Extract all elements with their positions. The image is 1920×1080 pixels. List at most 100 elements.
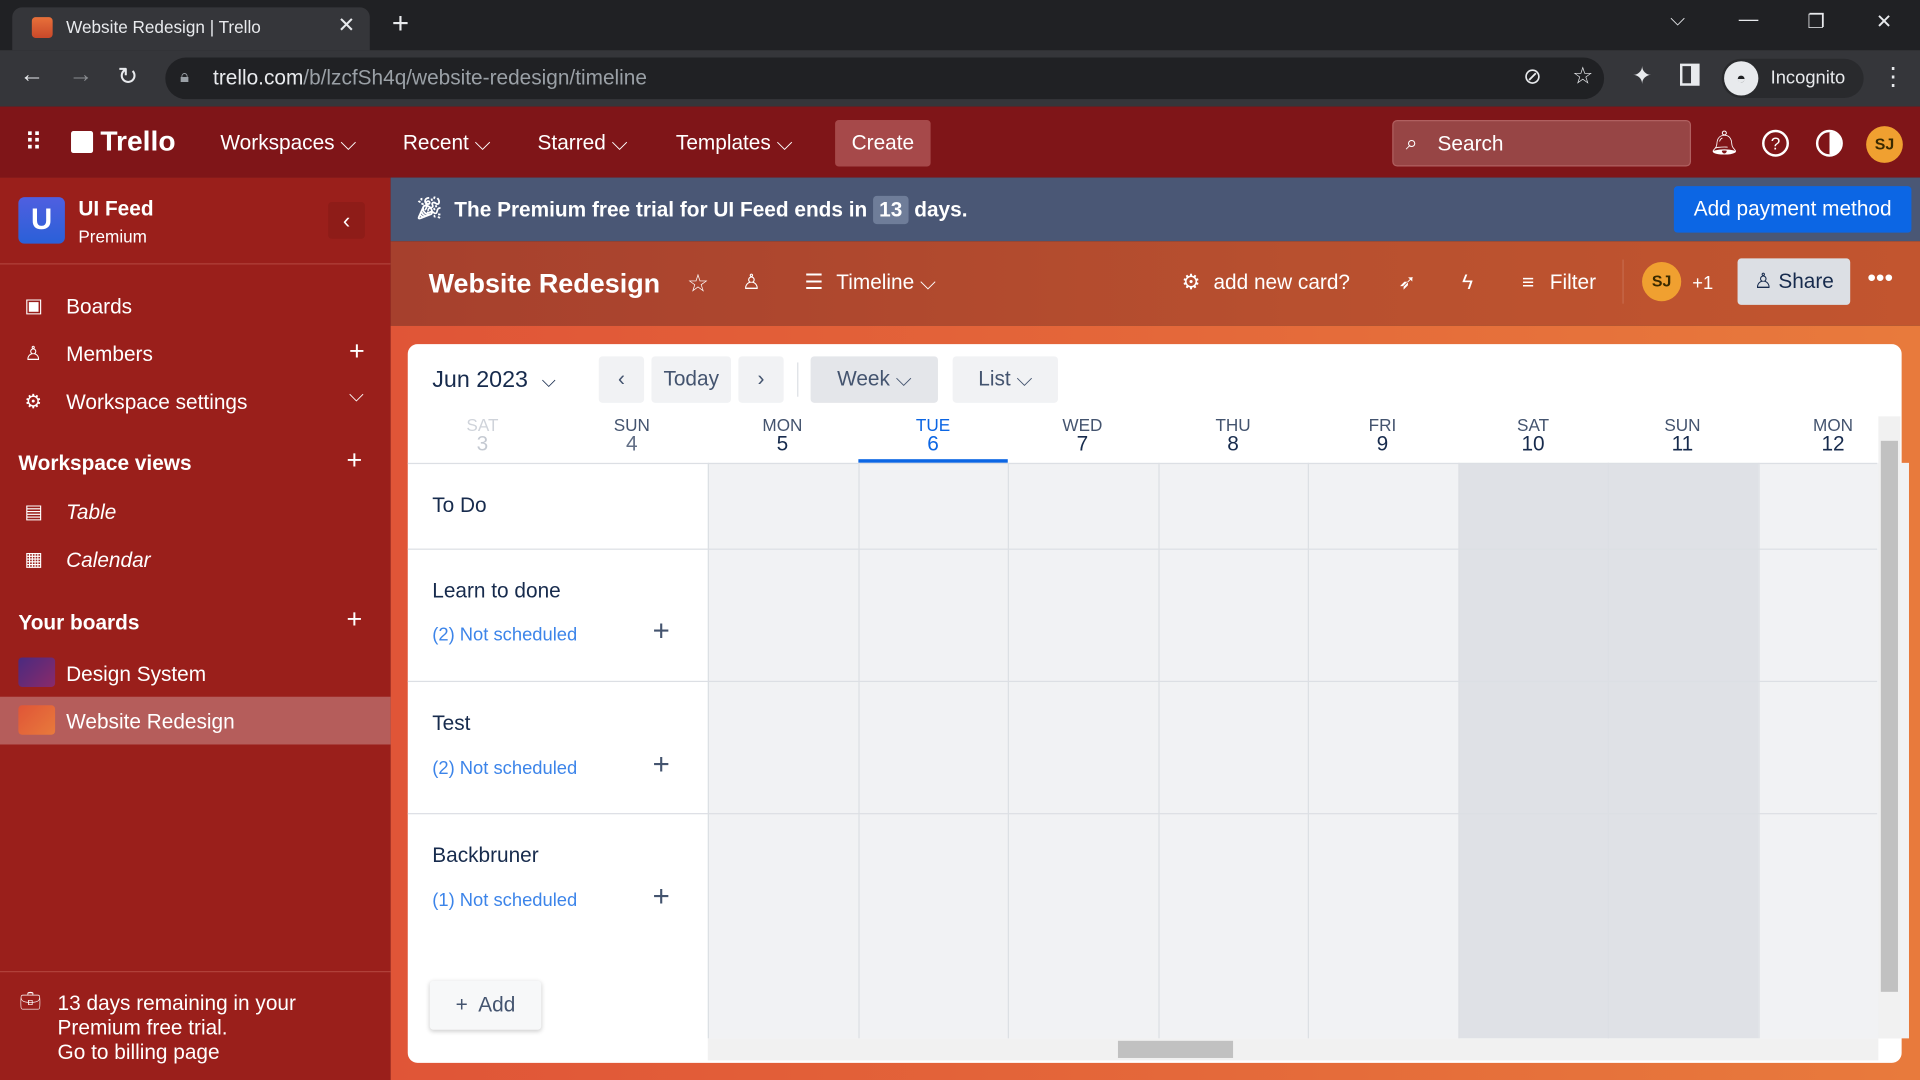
vertical-scrollbar[interactable]: [1878, 416, 1901, 1039]
month-label: Jun 2023: [432, 367, 528, 394]
banner-text: The Premium free trial for UI Feed ends …: [454, 195, 968, 225]
minimize-icon[interactable]: —: [1739, 10, 1759, 32]
scale-label: Week: [837, 367, 890, 391]
member-icon: ♙: [24, 344, 43, 365]
divider: [407, 462, 1878, 465]
not-scheduled-link[interactable]: (2) Not scheduled: [432, 624, 577, 645]
divider: [407, 680, 1878, 683]
close-window-icon[interactable]: ✕: [1876, 10, 1892, 34]
eye-off-icon[interactable]: ⊘: [1523, 64, 1541, 90]
trial-text: 13 days remaining in your: [57, 991, 296, 1016]
restore-icon[interactable]: ❐: [1807, 10, 1825, 34]
board-item-website-redesign[interactable]: Website Redesign: [0, 696, 391, 745]
billing-link[interactable]: Go to billing page: [58, 1041, 296, 1065]
more-icon[interactable]: •••: [1867, 264, 1893, 292]
horizontal-scrollbar[interactable]: [707, 1038, 1879, 1061]
menu-starred[interactable]: Starred ⌵: [538, 131, 628, 155]
extensions-icon[interactable]: ✦: [1632, 62, 1651, 90]
app-switcher-icon[interactable]: ⠿: [24, 127, 42, 158]
chevron-down-icon: ⌵: [776, 131, 793, 155]
sidebar-item-calendar[interactable]: ▦ Calendar: [0, 541, 391, 580]
calendar-icon: ▦: [24, 549, 44, 571]
chevron-down-icon: ⌵: [474, 131, 491, 155]
trial-notice[interactable]: 13 days remaining in your Premium free t…: [58, 992, 296, 1065]
search-input[interactable]: ⌕ Search: [1392, 120, 1692, 167]
add-member-icon[interactable]: +: [349, 336, 365, 368]
trello-logo[interactable]: Trello: [71, 125, 176, 158]
sidebar-item-members[interactable]: ♙ Members +: [0, 336, 391, 375]
member-avatar[interactable]: SJ: [1642, 262, 1682, 302]
theme-icon[interactable]: [1815, 129, 1843, 157]
create-button[interactable]: Create: [835, 120, 931, 167]
new-tab-icon[interactable]: +: [392, 7, 409, 41]
add-view-icon[interactable]: +: [347, 444, 363, 476]
chevron-down-icon: ⌵: [340, 131, 357, 155]
trial-text: Premium free trial.: [57, 1016, 228, 1040]
not-scheduled-link[interactable]: (1) Not scheduled: [432, 890, 577, 911]
board-label: Website Redesign: [66, 710, 235, 734]
list-name: Learn to done: [432, 579, 561, 603]
star-icon[interactable]: ☆: [687, 268, 709, 299]
board-item-design-system[interactable]: Design System: [0, 649, 391, 697]
view-switcher[interactable]: ☰ Timeline ⌵: [804, 271, 935, 295]
days-badge: 13: [873, 195, 909, 225]
notifications-icon[interactable]: 🔔︎: [1709, 129, 1739, 158]
next-button[interactable]: ›: [738, 356, 784, 403]
menu-recent[interactable]: Recent ⌵: [403, 131, 491, 155]
day-number: 8: [1227, 432, 1239, 456]
search-placeholder: Search: [1437, 132, 1504, 156]
tab-search-icon[interactable]: ⌵: [1670, 10, 1685, 32]
logo-text: Trello: [100, 124, 176, 157]
visibility-icon[interactable]: ♙: [742, 271, 761, 295]
side-panel-icon[interactable]: [1680, 63, 1700, 86]
chevron-down-icon: ⌵: [1016, 367, 1033, 391]
sidebar-item-boards[interactable]: ▣ Boards: [0, 288, 391, 327]
previous-button[interactable]: ‹: [598, 356, 645, 403]
reload-icon[interactable]: ↻: [118, 61, 139, 92]
day-number: 7: [1076, 432, 1089, 456]
workspace-plan: Premium: [78, 226, 147, 247]
automation-bolt-icon[interactable]: ϟ: [1462, 271, 1473, 295]
user-avatar[interactable]: SJ: [1866, 126, 1903, 163]
group-label: List: [978, 367, 1011, 391]
more-members[interactable]: +1: [1692, 273, 1713, 294]
briefcase-icon: 💼︎: [19, 990, 42, 1011]
divider: [1622, 259, 1624, 304]
filter-button[interactable]: ≡ Filter: [1522, 271, 1596, 295]
sidebar-item-table[interactable]: ▤ Table: [0, 493, 391, 532]
add-list-button[interactable]: + Add: [429, 980, 542, 1030]
sidebar-item-workspace-settings[interactable]: ⚙ Workspace settings ⌵: [0, 383, 391, 422]
browser-menu-icon[interactable]: ⋮: [1881, 61, 1905, 92]
incognito-badge[interactable]: ◓ Incognito: [1721, 58, 1864, 98]
add-card-icon[interactable]: +: [653, 880, 670, 914]
view-label: Timeline: [836, 270, 915, 294]
automation-button[interactable]: ⚙ add new card?: [1182, 271, 1350, 295]
scale-dropdown[interactable]: Week ⌵: [810, 356, 938, 403]
power-ups-icon[interactable]: ➶: [1398, 271, 1415, 295]
add-payment-method-button[interactable]: Add payment method: [1673, 186, 1912, 233]
menu-workspaces[interactable]: Workspaces ⌵: [220, 131, 356, 155]
day-header: SUN 4: [557, 415, 706, 454]
board-title[interactable]: Website Redesign: [429, 268, 661, 300]
url-text[interactable]: trello.com/b/lzcfSh4q/website-redesign/t…: [213, 66, 647, 90]
add-card-icon[interactable]: +: [653, 615, 670, 649]
menu-templates[interactable]: Templates ⌵: [676, 131, 792, 155]
day-header: TUE 6: [858, 415, 1007, 454]
group-dropdown[interactable]: List ⌵: [952, 356, 1058, 403]
bookmark-star-icon[interactable]: ☆: [1572, 62, 1593, 90]
browser-tab[interactable]: Website Redesign | Trello ✕: [12, 7, 370, 51]
help-icon[interactable]: ?: [1762, 129, 1789, 157]
add-board-icon[interactable]: +: [347, 604, 363, 636]
add-card-icon[interactable]: +: [653, 748, 670, 782]
today-button[interactable]: Today: [651, 356, 732, 403]
scrollbar-thumb[interactable]: [1880, 440, 1898, 992]
share-button[interactable]: ♙ Share: [1737, 258, 1851, 305]
forward-icon[interactable]: →: [69, 61, 93, 89]
collapse-sidebar-button[interactable]: ‹: [328, 202, 365, 239]
not-scheduled-link[interactable]: (2) Not scheduled: [432, 758, 577, 779]
back-icon[interactable]: ←: [20, 61, 44, 89]
close-tab-icon[interactable]: ✕: [338, 13, 355, 37]
month-picker[interactable]: Jun 2023 ⌵: [432, 367, 555, 394]
scrollbar-thumb[interactable]: [1117, 1040, 1234, 1058]
chevron-down-icon[interactable]: ⌵: [349, 386, 364, 408]
